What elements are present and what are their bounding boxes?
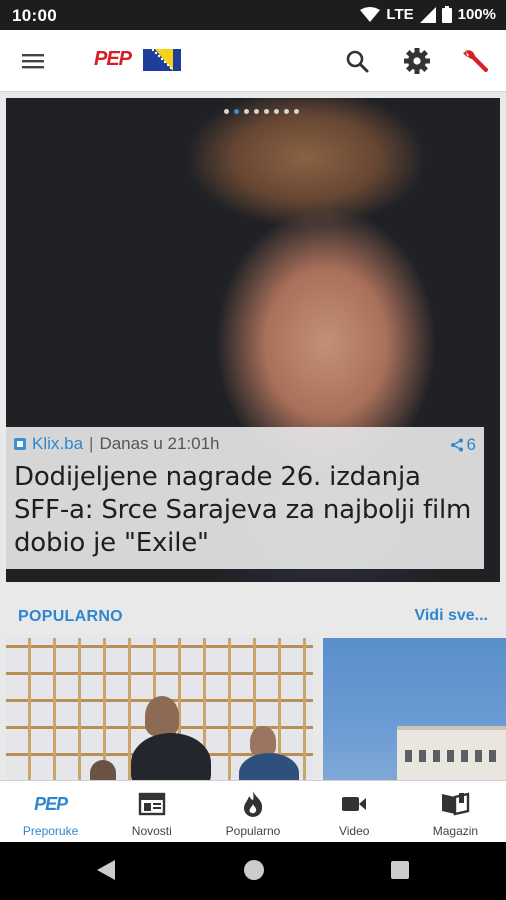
nav-item-magazin[interactable]: Magazin [405,781,506,842]
nav-label: Video [338,824,370,838]
carousel-dot[interactable] [264,109,269,114]
carousel-dot[interactable] [234,109,239,114]
popular-header: POPULARNO Vidi sve... [0,592,506,638]
app-bar: PEP [0,30,506,92]
logo-text: PEP [94,48,132,70]
carousel-dot[interactable] [284,109,289,114]
nav-item-popularno[interactable]: Popularno [202,781,303,842]
home-circle-icon [244,860,264,880]
nav-item-video[interactable]: Video [304,781,405,842]
status-bar: 10:00 LTE 100% [0,0,506,30]
article-meta: Klix.ba | Danas u 21:01h [14,433,476,455]
back-button[interactable] [95,858,117,887]
share-count: 6 [466,435,476,454]
hero-title[interactable]: Dodijeljene nagrade 26. izdanja SFF-a: S… [14,461,476,560]
menu-button[interactable] [18,46,50,76]
wrench-icon [463,49,489,73]
tools-button[interactable] [460,45,492,77]
wifi-icon [360,6,381,23]
article-source[interactable]: Klix.ba [32,434,83,454]
home-button[interactable] [241,857,267,888]
meta-separator: | [89,434,94,453]
popular-title: POPULARNO [18,608,123,625]
carousel-dot[interactable] [254,109,259,114]
open-book-icon [442,792,470,816]
carousel-dot[interactable] [244,109,249,114]
carousel-dot[interactable] [274,109,279,114]
pep-logo-icon: PEP [34,793,68,814]
bottom-navigation: PEP Preporuke Novosti Popularno Video Ma… [0,780,506,842]
building [397,730,506,780]
system-navigation-bar [0,842,506,900]
status-icons: LTE 100% [360,6,496,23]
battery-icon [441,6,452,23]
flame-icon [244,791,263,817]
person-figure [90,760,116,780]
carousel-dot[interactable] [294,109,299,114]
recents-square-icon [391,861,409,879]
gear-icon [404,48,430,74]
video-camera-icon [342,797,367,811]
hamburger-icon [22,54,44,69]
battery-level: 100% [457,6,496,23]
signal-icon [419,6,436,23]
nav-label: Preporuke [22,824,79,838]
person-figure [145,696,179,736]
hero-article[interactable]: Klix.ba | Danas u 21:01h 6 Dodijeljene n… [6,98,500,582]
search-icon [346,50,369,73]
network-label: LTE [386,6,414,23]
source-icon [14,438,26,450]
nav-item-novosti[interactable]: Novosti [101,781,202,842]
back-triangle-icon [97,860,115,880]
nav-label: Magazin [432,824,479,838]
newspaper-icon [138,792,165,816]
carousel-dot[interactable] [224,109,229,114]
status-time: 10:00 [12,6,57,25]
popular-card[interactable] [323,638,506,780]
see-all-link[interactable]: Vidi sve... [414,607,488,625]
share-button[interactable]: 6 [450,435,476,455]
share-icon [450,438,463,452]
nav-label: Novosti [131,824,172,838]
nav-label: Popularno [225,824,281,838]
app-logo[interactable]: PEP [94,48,182,71]
settings-button[interactable] [401,45,433,77]
recents-button[interactable] [390,860,410,885]
person-figure [250,726,276,756]
hero-caption: Klix.ba | Danas u 21:01h 6 Dodijeljene n… [6,427,484,569]
person-figure [131,733,211,780]
nav-item-preporuke[interactable]: PEP Preporuke [0,781,101,842]
person-figure [239,753,299,780]
popular-card[interactable] [6,638,313,780]
carousel-dots [224,109,299,114]
article-time: Danas u 21:01h [99,434,220,453]
bosnia-flag-icon [143,48,182,71]
search-button[interactable] [341,45,373,77]
